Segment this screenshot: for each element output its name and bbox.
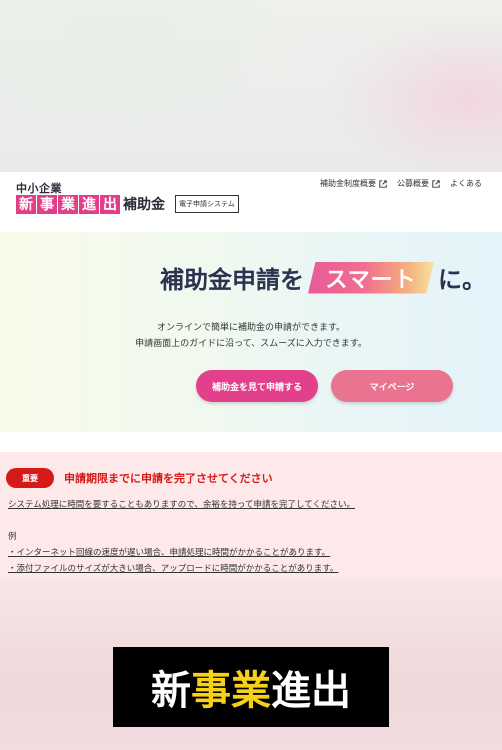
site-logo[interactable]: 新 事 業 進 出 補助金 電子申請システム: [16, 194, 239, 214]
nav-link-label: 補助金制度概要: [320, 179, 376, 188]
notice-heading: 申請期限までに申請を完了させてください: [64, 472, 273, 485]
logo-tile: 業: [58, 194, 78, 214]
logo-tiles: 新 事 業 進 出: [16, 194, 121, 214]
nav-link-label: よくある: [450, 179, 482, 188]
site-header: 中小企業 新 事 業 進 出 補助金 電子申請システム 補助金制度概要 公募概要…: [0, 172, 502, 232]
hero-title-pre: 補助金申請を: [160, 266, 304, 294]
hero-description: オンラインで簡単に補助金の申請ができます。 申請画面上のガイドに沿って、スムーズ…: [0, 320, 502, 352]
hero-section: 補助金申請を スマート に。 オンラインで簡単に補助金の申請ができます。 申請画…: [0, 232, 502, 432]
overlay-logo-part: 進出: [271, 668, 351, 714]
nav-link-faq[interactable]: よくある: [450, 178, 482, 189]
logo-suffix: 補助金: [123, 197, 165, 213]
blurred-background-top: [0, 0, 502, 172]
overlay-logo-part: 新: [151, 668, 191, 714]
overlay-logo: 新 事業 進出: [113, 647, 389, 727]
hero-desc-line: 申請画面上のガイドに沿って、スムーズに入力できます。: [135, 339, 367, 349]
logo-tile: 事: [37, 194, 57, 214]
important-badge: 重要: [6, 468, 54, 488]
logo-tile: 出: [100, 194, 120, 214]
external-link-icon: [432, 179, 440, 188]
overlay-logo-part: 事業: [191, 668, 271, 714]
logo-tile: 進: [79, 194, 99, 214]
logo-tile: 新: [16, 194, 36, 214]
important-notice: 重要 申請期限までに申請を完了させてください システム処理に時間を要することもあ…: [0, 452, 502, 580]
hero-desc-line: オンラインで簡単に補助金の申請ができます。: [156, 323, 346, 333]
nav-link-overview[interactable]: 補助金制度概要: [320, 178, 387, 189]
external-link-icon: [379, 179, 387, 188]
logo-system-label: 電子申請システム: [175, 195, 239, 213]
hero-title: 補助金申請を スマート に。: [160, 260, 486, 295]
hero-title-post: に。: [438, 266, 486, 294]
mypage-button[interactable]: マイページ: [331, 370, 453, 402]
nav-link-call-overview[interactable]: 公募概要: [397, 178, 440, 189]
notice-line: ・添付ファイルのサイズが大きい場合、アップロードに時間がかかることがあります。: [8, 564, 339, 574]
notice-line: ・インターネット回線の速度が遅い場合、申請処理に時間がかかることがあります。: [8, 548, 331, 558]
header-nav: 補助金制度概要 公募概要 よくある: [320, 178, 492, 189]
nav-link-label: 公募概要: [397, 179, 429, 188]
apply-button[interactable]: 補助金を見て申請する: [196, 370, 318, 402]
hero-title-highlight: スマート: [308, 261, 434, 294]
notice-example-label: 例: [8, 532, 17, 542]
notice-line: システム処理に時間を要することもありますので、余裕を持って申請を完了してください…: [8, 500, 355, 510]
